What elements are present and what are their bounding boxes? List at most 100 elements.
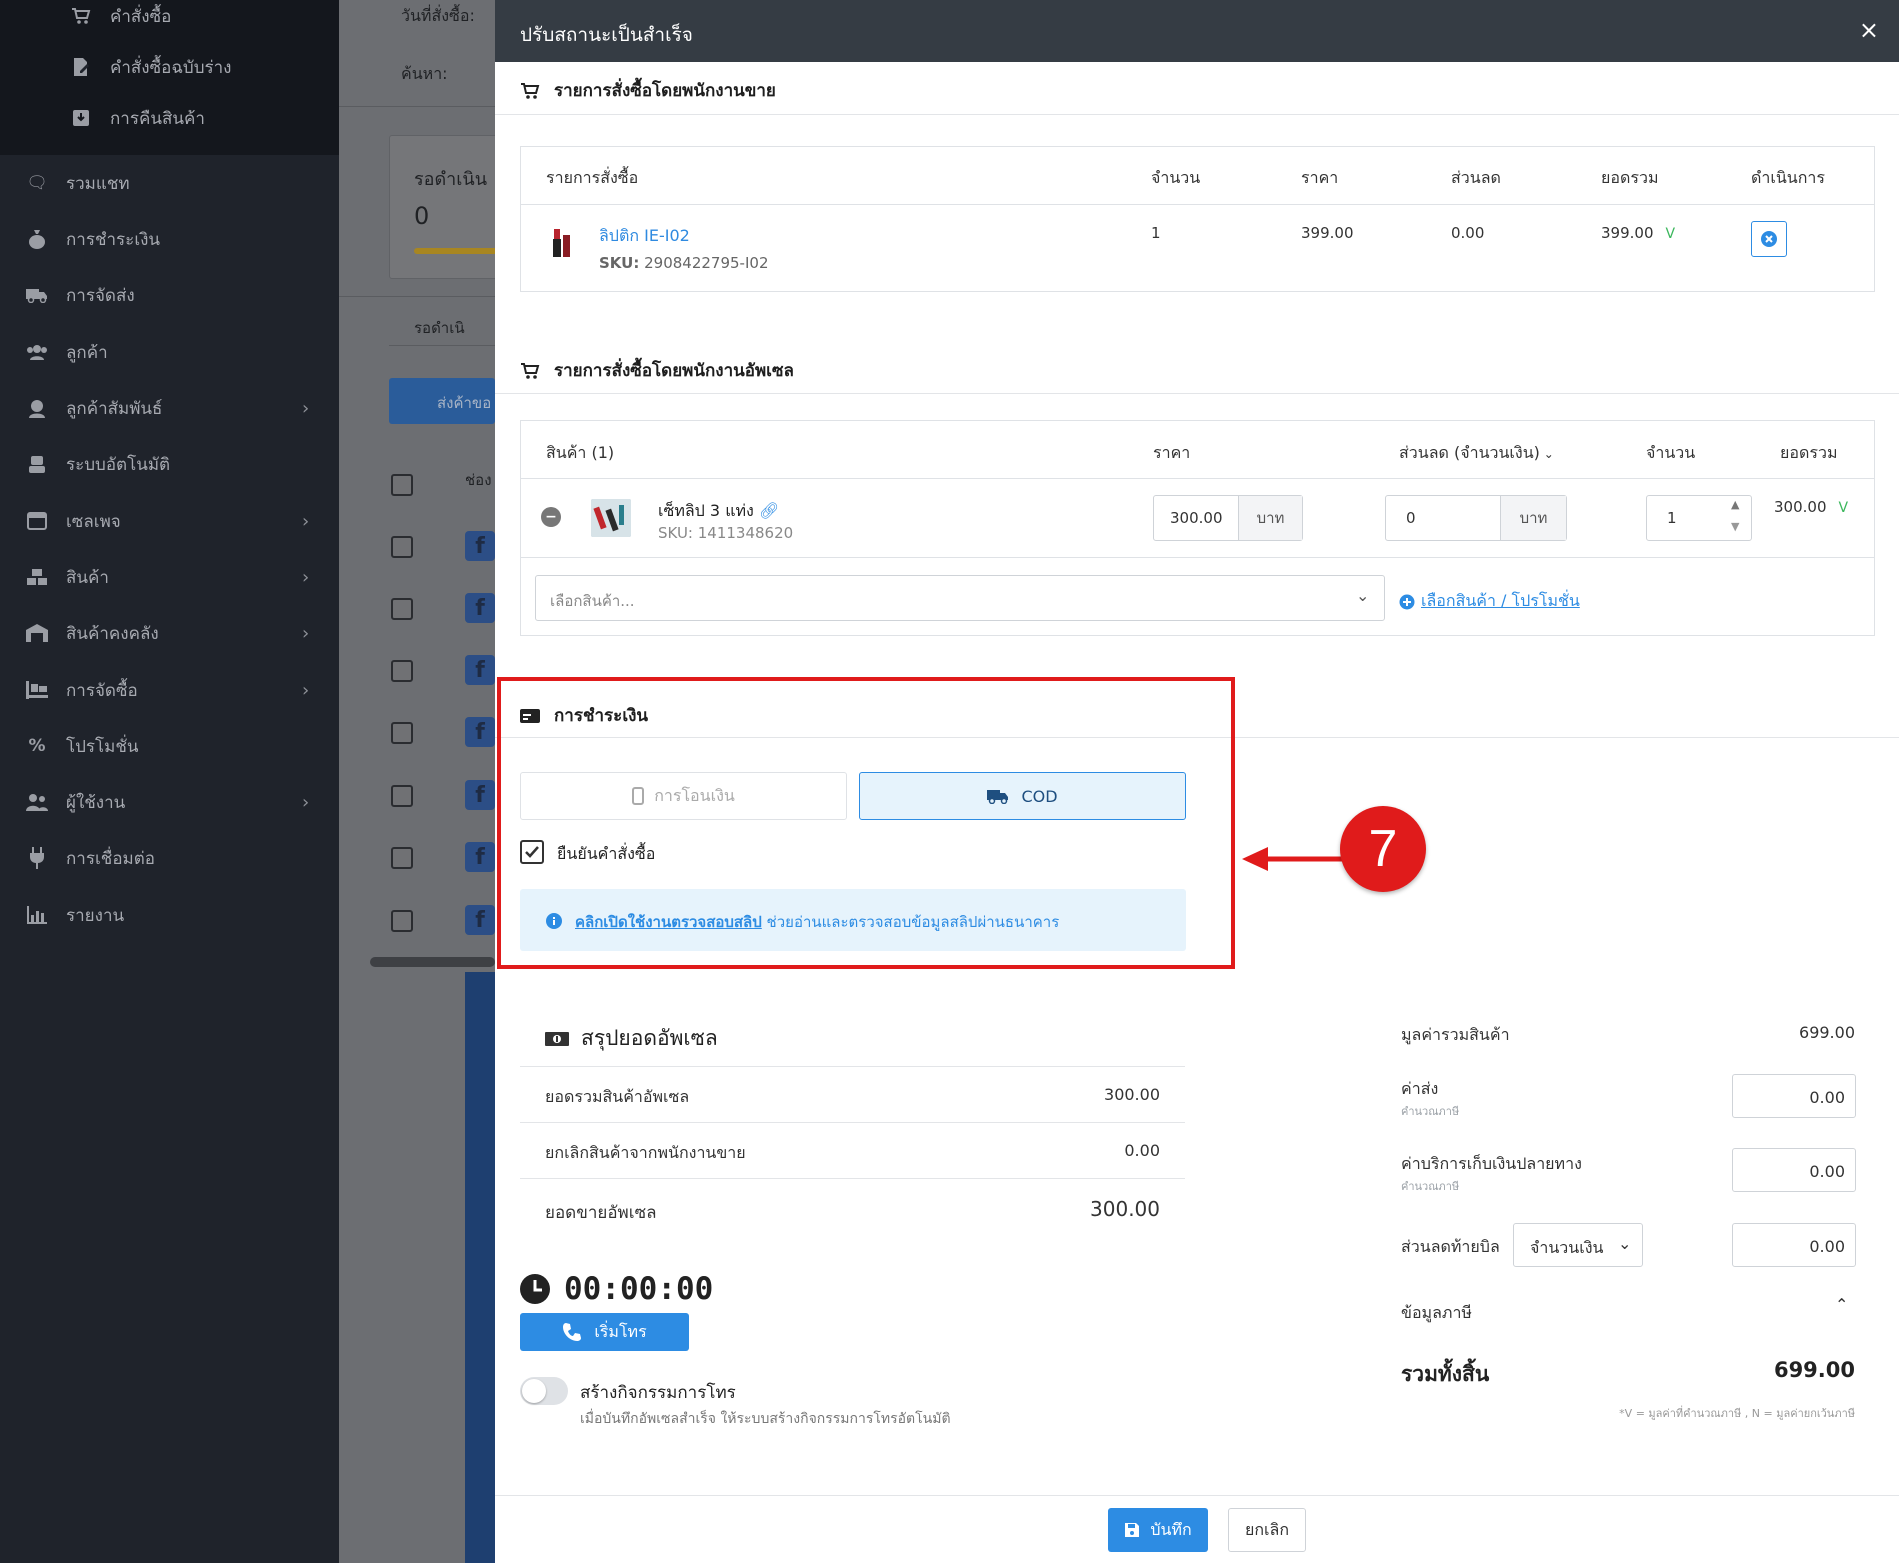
activity-toggle[interactable] [520, 1377, 568, 1405]
select-all-checkbox[interactable] [391, 474, 413, 496]
row-checkbox[interactable] [391, 910, 413, 932]
col-header: ยอดรวม [1601, 168, 1659, 187]
status-card[interactable]: รอดำเนิน 0 [389, 135, 495, 279]
chevron-up-icon[interactable]: ▲ [1731, 498, 1739, 511]
chart-icon [26, 904, 48, 926]
status-card-value: 0 [414, 202, 430, 230]
sidebar-item-orders[interactable]: คำสั่งซื้อ [0, 0, 339, 36]
sidebar-item-inventory[interactable]: สินค้าคงคลัง › [0, 613, 339, 653]
tax-mark: V [1838, 500, 1849, 516]
row-checkbox[interactable] [391, 847, 413, 869]
sidebar-item-salepage[interactable]: เซลเพจ › [0, 501, 339, 541]
close-icon[interactable]: × [1859, 16, 1879, 44]
product-select[interactable]: เลือกสินค้า... ⌄ [535, 575, 1385, 621]
channel-header: ช่อง [465, 471, 492, 489]
boxes-icon [26, 566, 48, 588]
select-product-promo-link[interactable]: เลือกสินค้า / โปรโมชั่น [1399, 589, 1580, 614]
grand-total-value: 699.00 [1773, 1358, 1855, 1382]
sidebar-item-promotions[interactable]: % โปรโมชั่น [0, 726, 339, 766]
chevron-down-icon[interactable]: ▼ [1731, 520, 1739, 533]
bill-discount-input[interactable]: 0.00 [1732, 1223, 1856, 1267]
sidebar-item-returns[interactable]: การคืนสินค้า [0, 98, 339, 138]
row-checkbox[interactable] [391, 598, 413, 620]
sidebar-item-payment[interactable]: การชำระเงิน [0, 219, 339, 259]
select-product-promo-text: เลือกสินค้า / โปรโมชั่น [1421, 591, 1580, 610]
row-checkbox[interactable] [391, 722, 413, 744]
sidebar-item-crm[interactable]: ลูกค้าสัมพันธ์ › [0, 388, 339, 428]
modal-header: ปรับสถานะเป็นสำเร็จ × [495, 0, 1899, 62]
cod-fee-input[interactable]: 0.00 [1732, 1148, 1856, 1192]
cancel-button[interactable]: ยกเลิก [1228, 1508, 1306, 1552]
send-button-label: ส่งค้าขอ [437, 394, 492, 412]
divider [339, 296, 495, 297]
link-icon[interactable]: 🔗︎ [759, 501, 779, 520]
save-button[interactable]: บันทึก [1108, 1508, 1208, 1552]
sidebar-item-label: การจัดส่ง [66, 285, 135, 306]
chevron-up-icon[interactable]: ⌃ [1835, 1295, 1848, 1314]
sidebar-item-label: เซลเพจ [66, 511, 121, 532]
chevron-right-icon: › [302, 679, 310, 701]
dark-panel [465, 972, 495, 1563]
discount-unit: บาท [1500, 496, 1566, 540]
sidebar-item-draft-orders[interactable]: คำสั่งซื้อฉบับร่าง [0, 47, 339, 87]
upsell-qty-stepper[interactable]: 1 ▲ ▼ [1646, 495, 1752, 541]
sidebar-item-label: ลูกค้าสัมพันธ์ [66, 398, 163, 419]
plug-icon [26, 847, 48, 869]
remove-item-button[interactable] [1751, 221, 1787, 257]
start-call-label: เริ่มโทร [594, 1321, 647, 1341]
sidebar-item-users[interactable]: ผู้ใช้งาน › [0, 782, 339, 822]
upsell-price-input[interactable]: 300.00 บาท [1153, 495, 1303, 541]
row-checkbox[interactable] [391, 536, 413, 558]
remove-upsell-icon[interactable]: − [541, 507, 561, 527]
sidebar-item-reports[interactable]: รายงาน [0, 895, 339, 935]
col-header: ดำเนินการ [1751, 168, 1825, 187]
lipstick-thumbnail [551, 225, 571, 261]
sales-product-link[interactable]: ลิปติก IE-I02 [599, 224, 690, 249]
sidebar-item-chat[interactable]: 🗨 รวมแชท [0, 163, 339, 203]
divider [389, 345, 495, 346]
sidebar-item-shipping[interactable]: การจัดส่ง [0, 275, 339, 315]
table-header-divider [521, 478, 1874, 479]
horizontal-scrollbar[interactable] [370, 957, 495, 967]
sku-label: SKU: [599, 254, 640, 272]
upsell-discount-input[interactable]: 0 บาท [1385, 495, 1567, 541]
row-checkbox[interactable] [391, 785, 413, 807]
summary-row-label: ยกเลิกสินค้าจากพนักงานขาย [545, 1143, 746, 1162]
status-card-title: รอดำเนิน [414, 169, 488, 190]
tax-footnote: *V = มูลค่าที่คำนวณภาษี , N = มูลค่ายกเว… [1619, 1407, 1855, 1420]
shipping-note: คำนวณภาษี [1401, 1105, 1460, 1118]
start-call-button[interactable]: เริ่มโทร [520, 1313, 689, 1351]
bill-discount-type-select[interactable]: จำนวนเงิน ⌄ [1513, 1223, 1643, 1267]
sales-qty: 1 [1151, 224, 1161, 242]
facebook-icon: f [465, 531, 495, 561]
bill-discount-label: ส่วนลดท้ายบิล [1401, 1237, 1500, 1256]
divider [495, 393, 1899, 394]
discount-type-dropdown[interactable]: ส่วนลด (จำนวนเงิน) ⌄ [1399, 441, 1554, 466]
col-header: จำนวน [1151, 168, 1201, 187]
truck-icon [26, 284, 48, 306]
sidebar-item-purchasing[interactable]: การจัดซื้อ › [0, 670, 339, 710]
upsell-discount-value: 0 [1406, 509, 1416, 527]
chevron-right-icon: › [302, 622, 310, 644]
send-button[interactable]: ส่งค้าขอ [389, 378, 495, 424]
facebook-icon: f [465, 905, 495, 935]
sales-total: 399.00 V [1601, 224, 1675, 242]
row-checkbox[interactable] [391, 660, 413, 682]
shipping-input[interactable]: 0.00 [1732, 1074, 1856, 1118]
sidebar-item-label: สินค้า [66, 567, 109, 588]
modal-title: ปรับสถานะเป็นสำเร็จ [520, 24, 693, 46]
sidebar-item-integrations[interactable]: การเชื่อมต่อ [0, 838, 339, 878]
save-icon [1125, 1523, 1140, 1537]
activity-title: สร้างกิจกรรมการโทร [580, 1383, 736, 1403]
chevron-right-icon: › [302, 510, 310, 532]
sales-price: 399.00 [1301, 224, 1354, 242]
upsell-total-value: 300.00 [1774, 498, 1827, 516]
sidebar-item-customers[interactable]: ลูกค้า [0, 332, 339, 372]
sidebar-item-automation[interactable]: ระบบอัตโนมัติ [0, 444, 339, 484]
sidebar-item-products[interactable]: สินค้า › [0, 557, 339, 597]
cart-icon [70, 5, 92, 27]
chevron-right-icon: › [302, 397, 310, 419]
sales-product-sku: SKU: 2908422795-I02 [599, 254, 768, 272]
pending-tab[interactable]: รอดำเนิ [414, 316, 465, 340]
price-unit: บาท [1238, 496, 1302, 540]
